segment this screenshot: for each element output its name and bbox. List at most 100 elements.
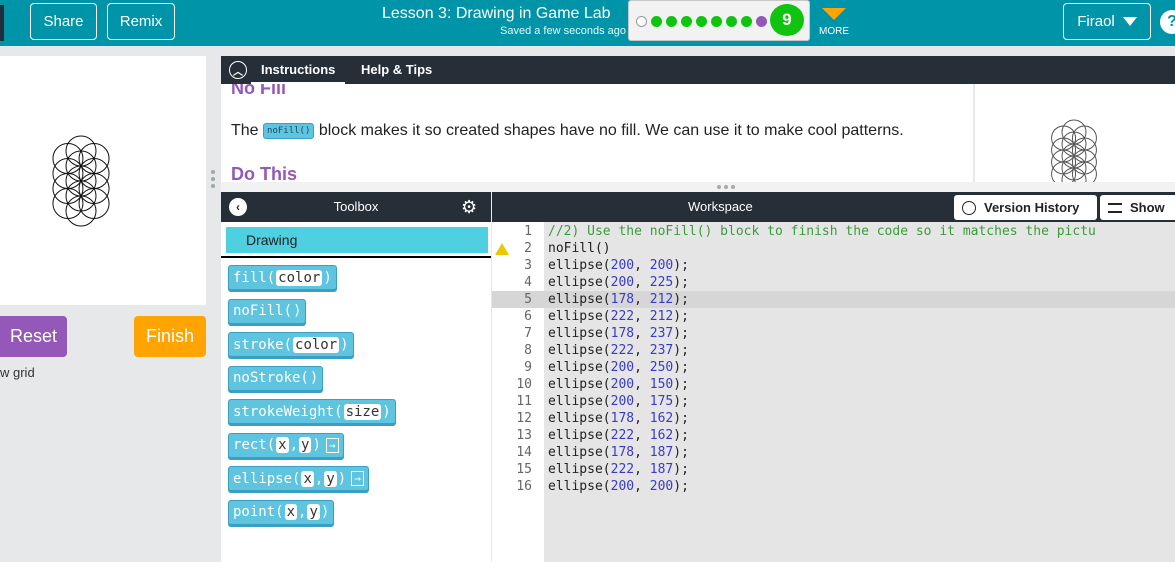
line-number: 13	[516, 428, 532, 443]
progress-dot[interactable]	[726, 16, 737, 27]
code-line[interactable]: ellipse(200, 250);	[548, 360, 689, 375]
progress-dot[interactable]	[696, 16, 707, 27]
game-canvas	[0, 56, 206, 305]
pattern-circle	[1051, 161, 1077, 182]
code-line[interactable]: noFill()	[548, 241, 611, 256]
progress-dot[interactable]	[681, 16, 692, 27]
instructions-body: No Fill The noFill() block makes it so c…	[221, 84, 973, 182]
toolbox-block-strokeWeight[interactable]: strokeWeight(size)	[228, 399, 396, 424]
line-number: 3	[524, 258, 532, 273]
progress-dot[interactable]	[711, 16, 722, 27]
help-icon[interactable]: ?	[1160, 10, 1175, 34]
code-line[interactable]: ellipse(200, 225);	[548, 275, 689, 290]
reset-button[interactable]: Reset	[0, 316, 67, 357]
heading-do-this: Do This	[231, 164, 297, 182]
menu-strip[interactable]	[0, 5, 4, 41]
code-line[interactable]: ellipse(200, 200);	[548, 479, 689, 494]
flower-reference	[1051, 119, 1097, 182]
version-history-label: Version History	[984, 200, 1080, 215]
para-text: block makes it so created shapes have no…	[318, 122, 904, 139]
clock-icon	[962, 200, 976, 215]
instructions-paragraph: The noFill() block makes it so created s…	[231, 122, 904, 140]
lesson-title: Lesson 3: Drawing in Game Lab	[382, 5, 611, 22]
code-line[interactable]: ellipse(222, 187);	[548, 462, 689, 477]
toolbox-block-ellipse[interactable]: ellipse(x, y) →	[228, 466, 369, 491]
code-line[interactable]: ellipse(178, 187);	[548, 445, 689, 460]
progress-dot[interactable]	[666, 16, 677, 27]
toolbox-block-point[interactable]: point(x, y)	[228, 499, 335, 525]
code-line[interactable]: ellipse(200, 150);	[548, 377, 689, 392]
save-status: Saved a few seconds ago	[500, 25, 626, 37]
line-number: 11	[516, 394, 532, 409]
line-number: 4	[524, 275, 532, 290]
panel-resize-handle[interactable]	[211, 170, 215, 192]
toolbox-block-noStroke[interactable]: noStroke()	[228, 365, 324, 391]
current-level-badge[interactable]: 9	[770, 4, 804, 36]
more-label: MORE	[819, 26, 849, 37]
progress-dot[interactable]	[756, 16, 767, 27]
category-divider	[221, 256, 491, 258]
line-number: 16	[516, 479, 532, 494]
toolbox-block-stroke[interactable]: stroke(color)	[228, 332, 354, 357]
code-line[interactable]: ellipse(178, 162);	[548, 411, 689, 426]
line-number: 5	[524, 292, 532, 307]
toolbox-header: ‹ Toolbox ⚙	[221, 192, 491, 222]
instructions-header: ︿ Instructions Help & Tips	[221, 56, 1175, 84]
version-history-button[interactable]: Version History	[954, 195, 1097, 220]
category-drawing[interactable]: Drawing	[226, 227, 488, 253]
heading-no-fill: No Fill	[231, 84, 286, 98]
gear-icon[interactable]: ⚙	[461, 197, 477, 218]
instructions-reference-image	[975, 84, 1175, 182]
code-line[interactable]: ellipse(222, 162);	[548, 428, 689, 443]
progress-dot[interactable]	[651, 16, 662, 27]
pattern-circle	[1071, 161, 1097, 182]
horizontal-resize-handle[interactable]	[221, 182, 1175, 192]
nofill-chip: noFill()	[263, 122, 315, 139]
code-line[interactable]: ellipse(178, 212);	[548, 292, 689, 307]
collapse-icon[interactable]: ︿	[229, 61, 247, 79]
code-line[interactable]: ellipse(200, 200);	[548, 258, 689, 273]
code-line[interactable]: ellipse(178, 237);	[548, 326, 689, 341]
code-line[interactable]: ellipse(222, 212);	[548, 309, 689, 324]
toolbox-title: Toolbox	[333, 199, 379, 214]
progress-dot[interactable]	[636, 16, 647, 27]
user-name: Firaol	[1077, 13, 1115, 30]
text-mode-icon	[1108, 202, 1122, 213]
line-number: 1	[524, 224, 532, 239]
chevron-down-icon	[822, 8, 846, 20]
share-button[interactable]: Share	[30, 3, 97, 40]
toolbox-block-rect[interactable]: rect(x, y) →	[228, 432, 344, 458]
code-line[interactable]: ellipse(200, 175);	[548, 394, 689, 409]
caret-down-icon	[1122, 17, 1137, 26]
code-line[interactable]: //2) Use the noFill() block to finish th…	[548, 224, 1096, 239]
progress-dot[interactable]	[741, 16, 752, 27]
finish-button[interactable]: Finish	[134, 316, 206, 357]
line-number: 6	[524, 309, 532, 324]
toolbox-panel: Drawing fill(color) noFill() stroke(color)…	[221, 222, 491, 562]
workspace-title: Workspace	[688, 199, 753, 214]
tab-instructions[interactable]: Instructions	[251, 56, 346, 84]
top-bar: Share Remix Lesson 3: Drawing in Game La…	[0, 0, 1175, 46]
show-text-button[interactable]: Show	[1100, 195, 1175, 220]
show-label: Show	[1130, 200, 1165, 215]
line-number: 7	[524, 326, 532, 341]
user-menu-button[interactable]: Firaol	[1063, 3, 1151, 40]
code-editor[interactable]	[544, 222, 1175, 562]
toolbox-block-noFill[interactable]: noFill()	[228, 298, 307, 324]
line-number: 2	[524, 241, 532, 256]
tab-help-tips[interactable]: Help & Tips	[361, 56, 432, 84]
remix-button[interactable]: Remix	[107, 3, 175, 40]
line-number: 14	[516, 445, 532, 460]
line-number: 12	[516, 411, 532, 426]
flower-pattern	[52, 135, 110, 227]
more-levels-button[interactable]: MORE	[818, 4, 850, 37]
code-line[interactable]: ellipse(222, 237);	[548, 343, 689, 358]
para-prefix: The	[231, 122, 259, 139]
show-grid-label[interactable]: w grid	[0, 365, 35, 380]
line-number: 9	[524, 360, 532, 375]
workspace-header: Workspace Version History Show	[492, 192, 1175, 222]
line-number-gutter	[492, 222, 544, 562]
toolbox-block-fill[interactable]: fill(color)	[228, 265, 337, 290]
line-number: 8	[524, 343, 532, 358]
line-number: 15	[516, 462, 532, 477]
